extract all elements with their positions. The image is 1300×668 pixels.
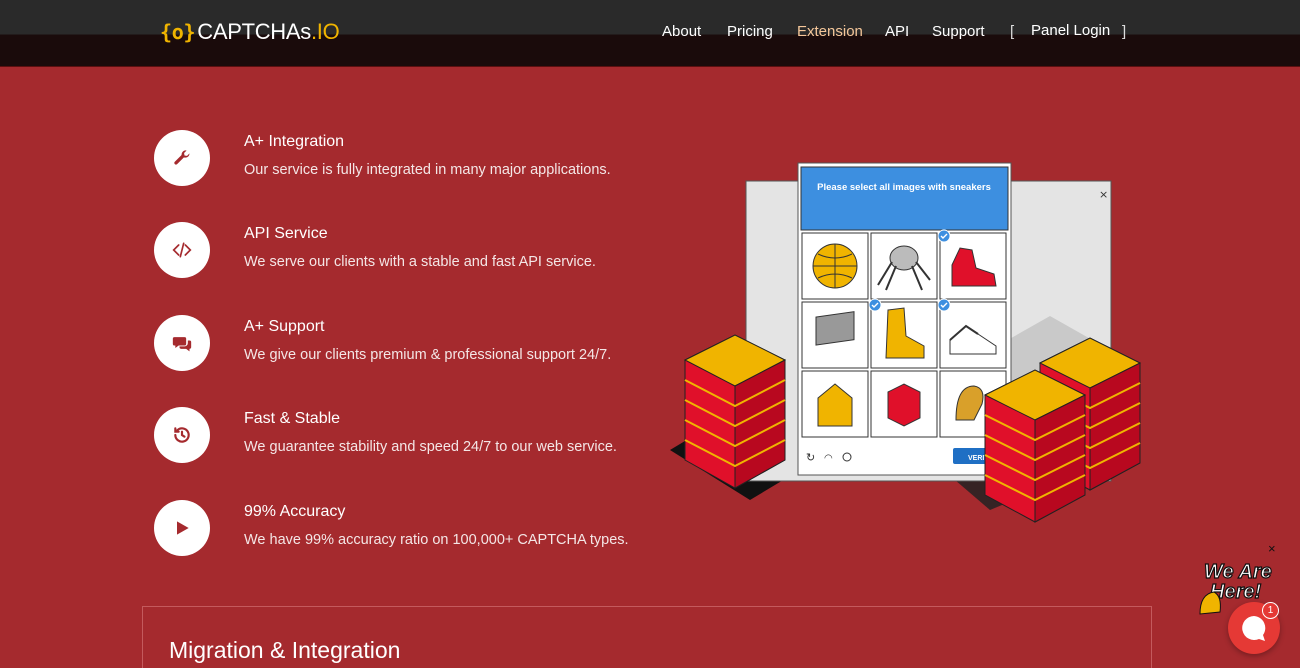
svg-text:↻: ↻	[806, 451, 815, 464]
history-icon	[174, 427, 190, 443]
nav-panel-login[interactable]: Panel Login	[1031, 22, 1110, 39]
feature-title: A+ Support	[244, 318, 325, 335]
code-icon	[172, 242, 192, 258]
feature-support: A+ Support We give our clients premium &…	[154, 315, 624, 375]
wrench-icon	[174, 150, 190, 165]
main-nav: About Pricing Extension API Support Pane…	[0, 22, 1300, 43]
nav-api[interactable]: API	[885, 23, 909, 40]
feature-desc: Our service is fully integrated in many …	[244, 162, 611, 178]
feature-title: API Service	[244, 225, 328, 242]
feature-title: A+ Integration	[244, 133, 345, 150]
feature-fast-stable: Fast & Stable We guarantee stability and…	[154, 407, 624, 467]
captcha-prompt: Please select all images with sneakers	[817, 182, 991, 193]
feature-desc: We give our clients premium & profession…	[244, 347, 612, 363]
feature-desc: We have 99% accuracy ratio on 100,000+ C…	[244, 532, 629, 548]
chat-icon	[172, 337, 192, 352]
bell-icon	[1199, 591, 1221, 615]
login-bracket-open: [	[1010, 23, 1015, 40]
feature-icon-circle	[154, 222, 210, 278]
nav-about[interactable]: About	[662, 23, 701, 40]
play-icon	[177, 521, 189, 535]
nav-pricing[interactable]: Pricing	[727, 23, 773, 40]
feature-desc: We guarantee stability and speed 24/7 to…	[244, 439, 617, 455]
feature-api: API Service We serve our clients with a …	[154, 222, 624, 282]
feature-icon-circle	[154, 130, 210, 186]
login-bracket-close: ]	[1122, 23, 1127, 40]
section-title: Migration & Integration	[169, 637, 401, 663]
chat-bubble-icon	[1242, 616, 1266, 641]
migration-section: Migration & Integration	[142, 606, 1152, 668]
nav-extension[interactable]: Extension	[797, 23, 863, 40]
feature-icon-circle	[154, 407, 210, 463]
captcha-illustration: × Please select all images with sneakers…	[670, 162, 1142, 523]
svg-text:◠: ◠	[824, 453, 833, 464]
feature-integration: A+ Integration Our service is fully inte…	[154, 130, 624, 190]
feature-accuracy: 99% Accuracy We have 99% accuracy ratio …	[154, 500, 629, 560]
nav-support[interactable]: Support	[932, 23, 985, 40]
feature-icon-circle	[154, 500, 210, 556]
navbar: {o} CAPTCHAs .IO About Pricing Extension …	[0, 0, 1300, 67]
feature-desc: We serve our clients with a stable and f…	[244, 254, 596, 270]
chat-unread-badge: 1	[1262, 602, 1279, 619]
captcha-close-icon: ×	[1099, 188, 1108, 201]
feature-title: Fast & Stable	[244, 410, 341, 427]
feature-title: 99% Accuracy	[244, 503, 346, 520]
feature-icon-circle	[154, 315, 210, 371]
chat-banner-line1: We Are	[1204, 561, 1272, 583]
